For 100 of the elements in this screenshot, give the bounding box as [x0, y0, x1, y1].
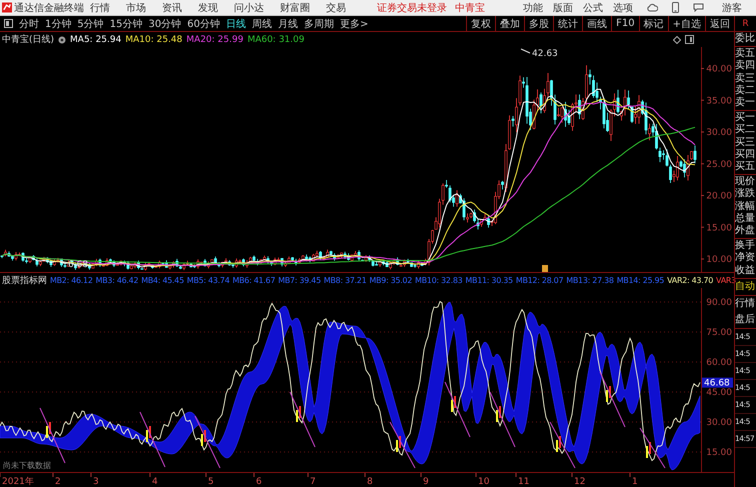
- date-label: 4: [152, 477, 158, 487]
- menu-item[interactable]: 发现: [198, 0, 218, 14]
- quote-label: 买二: [735, 124, 756, 137]
- indicator-tick: 75.00: [706, 328, 732, 338]
- data-note: 尚未下载数据: [3, 461, 51, 470]
- indicator-value: MB7: 39.45: [278, 276, 321, 285]
- current-value-badge: 46.68: [702, 378, 733, 389]
- menu-item[interactable]: 问小达: [234, 0, 264, 14]
- quote-label: 换手: [735, 240, 756, 252]
- indicator-value: MB12: 28.07: [516, 276, 564, 285]
- quote-label: 净资: [735, 252, 756, 265]
- quote-label: 卖三: [735, 72, 756, 84]
- date-label: 9: [423, 477, 429, 487]
- period-tab[interactable]: 30分钟: [148, 16, 182, 30]
- indicator-tick: 90.00: [706, 298, 732, 308]
- login-status[interactable]: 证券交易未登录: [377, 0, 447, 14]
- toolbar-button[interactable]: +自选: [668, 16, 705, 31]
- indicator-value: MB6: 41.67: [232, 276, 276, 285]
- price-tick: 35.00: [706, 96, 732, 106]
- date-label: 2021年: [2, 477, 34, 487]
- date-label: 10: [478, 477, 490, 487]
- quote-label: 卖五: [735, 48, 756, 60]
- toolbar-button[interactable]: 叠加: [495, 16, 524, 31]
- moving-average-value: MA60: 31.09: [247, 34, 304, 44]
- date-label: 7: [310, 477, 316, 487]
- price-tick: 30.00: [706, 128, 732, 138]
- moving-average-value: MA10: 25.48: [125, 34, 182, 44]
- indicator-name[interactable]: 股票指标网: [2, 274, 47, 287]
- menu-item[interactable]: 财富圈: [280, 0, 310, 14]
- quote-label: 买三: [735, 136, 756, 149]
- menu-item[interactable]: 行情: [90, 0, 110, 14]
- indicator-value: MB10: 32.83: [415, 276, 462, 285]
- period-tab[interactable]: 60分钟: [187, 16, 220, 30]
- quote-label: 委比: [735, 33, 756, 46]
- period-tab[interactable]: 月线: [278, 16, 298, 30]
- moving-average-value: MA5: 25.94: [70, 34, 122, 44]
- date-label: 11: [518, 477, 530, 487]
- period-tab[interactable]: 分时: [19, 16, 39, 30]
- toolbar-button[interactable]: 画线: [582, 16, 612, 31]
- menu-item[interactable]: 选项: [613, 0, 633, 14]
- quote-label: 卖四: [735, 60, 756, 72]
- quote-label: 外盘: [735, 225, 756, 238]
- quote-label: 买四: [735, 148, 756, 161]
- indicator-tick: 15.00: [706, 448, 732, 458]
- period-tab[interactable]: 15分钟: [110, 16, 142, 30]
- stock-name: 中青宝: [455, 2, 485, 14]
- date-label: 2: [55, 477, 61, 487]
- indicator-value: MB5: 43.74: [186, 276, 230, 285]
- indicator-value: MB14: 25.95: [616, 276, 664, 285]
- price-tick: 10.00: [706, 255, 732, 265]
- indicator-value: VAR2: 43.70: [667, 276, 714, 285]
- panel-tab[interactable]: 行情: [735, 296, 756, 312]
- panel-tab[interactable]: 盘后: [735, 312, 756, 328]
- period-tab[interactable]: 更多>: [340, 16, 368, 30]
- indicator-value: MB3: 46.42: [96, 276, 138, 285]
- toolbar-button[interactable]: 复权: [466, 16, 496, 31]
- period-tab[interactable]: 周线: [252, 16, 272, 30]
- period-tab[interactable]: 日线: [226, 16, 246, 30]
- quote-label: 总量: [735, 212, 756, 225]
- price-tick: 25.00: [706, 160, 732, 170]
- date-label: 6: [256, 477, 262, 487]
- quote-label: 买一: [735, 112, 756, 124]
- menu-item[interactable]: 版面: [553, 0, 573, 14]
- period-tab[interactable]: 多周期: [304, 16, 334, 30]
- quote-label: 卖一: [735, 97, 756, 110]
- toolbar-button[interactable]: F10: [611, 16, 639, 31]
- price-tick: 20.00: [706, 192, 732, 202]
- quote-label: 买五: [735, 161, 756, 174]
- menu-item[interactable]: 功能: [523, 0, 543, 14]
- menu-item[interactable]: 市场: [126, 0, 146, 14]
- quote-label: 现价: [735, 176, 756, 188]
- indicator-value: MB8: 37.21: [324, 276, 366, 285]
- indicator-tick: 30.00: [706, 418, 732, 428]
- moving-average-value: MA20: 25.99: [186, 34, 244, 44]
- date-label: 3: [93, 477, 99, 487]
- toolbar-button[interactable]: 返回: [705, 16, 734, 31]
- toolbar-button[interactable]: 多股: [524, 16, 554, 31]
- date-label: 1: [632, 477, 638, 487]
- date-label: 5: [208, 477, 214, 487]
- toolbar-button[interactable]: 标记: [638, 16, 668, 31]
- price-tick: 40.00: [706, 64, 732, 74]
- app-title: 通达信金融终端: [14, 2, 84, 14]
- indicator-tick: 60.00: [706, 358, 732, 368]
- quote-label: 收益: [735, 264, 756, 277]
- user-name[interactable]: 游客: [722, 0, 742, 14]
- price-tick: 15.00: [706, 223, 732, 234]
- date-label: 12: [574, 477, 586, 487]
- indicator-value: MB13: 27.38: [566, 276, 614, 285]
- indicator-value: MB2: 46.12: [50, 276, 93, 285]
- menu-item[interactable]: 资讯: [162, 0, 182, 14]
- flag-label[interactable]: R: [735, 16, 756, 32]
- indicator-tick: 45.00: [706, 388, 732, 398]
- mode-label[interactable]: 自动: [735, 278, 756, 296]
- menu-item[interactable]: 交易: [326, 0, 346, 14]
- period-tab[interactable]: 1分钟: [45, 16, 72, 30]
- indicator-value: MB11: 30.35: [465, 276, 513, 285]
- menu-item[interactable]: 公式: [583, 0, 603, 14]
- quote-label: 卖二: [735, 84, 756, 96]
- period-tab[interactable]: 5分钟: [77, 16, 104, 30]
- toolbar-button[interactable]: 统计: [553, 16, 582, 31]
